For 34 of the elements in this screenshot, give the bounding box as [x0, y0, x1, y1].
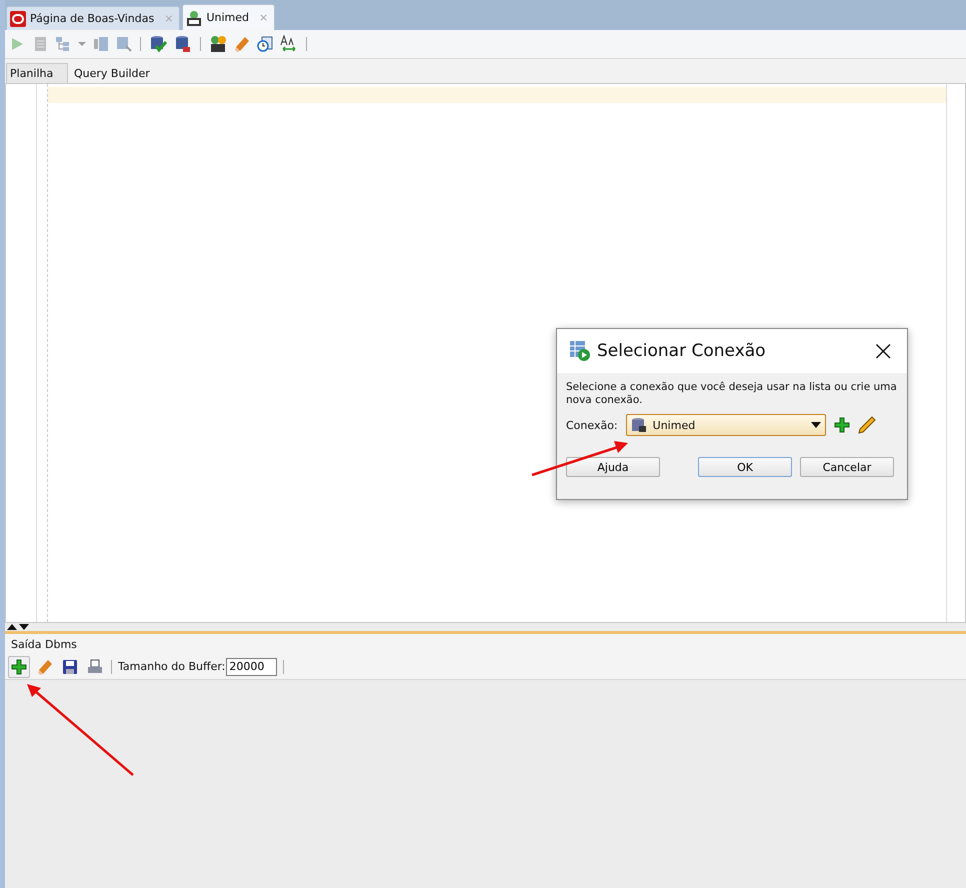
ring-icon — [10, 10, 26, 26]
table-play-icon — [569, 340, 591, 362]
dialog-title: Selecionar Conexão — [597, 341, 767, 361]
dialog-button[interactable]: OK — [698, 457, 792, 477]
database-undo-icon[interactable] — [174, 35, 192, 53]
printer-icon[interactable] — [87, 658, 103, 674]
dialog-button[interactable]: Ajuda — [566, 457, 660, 477]
splitter-arrows-icon[interactable] — [6, 623, 30, 631]
database-check-icon[interactable] — [149, 35, 167, 53]
eraser-icon[interactable] — [234, 36, 250, 52]
plus-icon[interactable] — [834, 417, 850, 433]
editor-tab[interactable]: Planilha — [6, 63, 68, 83]
document-tab[interactable]: Unimed × — [182, 4, 276, 30]
connection-dropdown[interactable]: Unimed — [626, 414, 826, 436]
editor-tab[interactable]: Query Builder — [68, 64, 156, 83]
clock-icon[interactable] — [257, 36, 273, 52]
eraser-icon[interactable] — [37, 658, 53, 674]
buffer-size-label: Tamanho do Buffer: — [118, 660, 226, 673]
dialog-button[interactable]: Cancelar — [800, 457, 894, 477]
plus-icon[interactable] — [11, 658, 27, 674]
buffer-size-field[interactable]: 20000 — [226, 658, 278, 676]
close-icon[interactable]: × — [872, 337, 895, 365]
document-tab[interactable]: Página de Boas-Vindas × — [6, 6, 180, 30]
dialog-message: Selecione a conexão que você deseja usar na lista ou crie uma nova conexão. — [566, 381, 898, 407]
dropdown-value: Unimed — [652, 418, 696, 432]
caret-icon — [810, 422, 821, 428]
tab-label: Página de Boas-Vindas — [30, 12, 154, 25]
database-icon — [630, 417, 647, 433]
sql-database-icon — [186, 10, 202, 26]
tab-label: Unimed — [206, 11, 249, 24]
connection-label: Conexão: — [566, 418, 618, 432]
letters-arrows-icon[interactable] — [280, 35, 298, 53]
panel-title: Saída Dbms — [11, 638, 77, 650]
pencil-icon[interactable] — [858, 416, 876, 434]
